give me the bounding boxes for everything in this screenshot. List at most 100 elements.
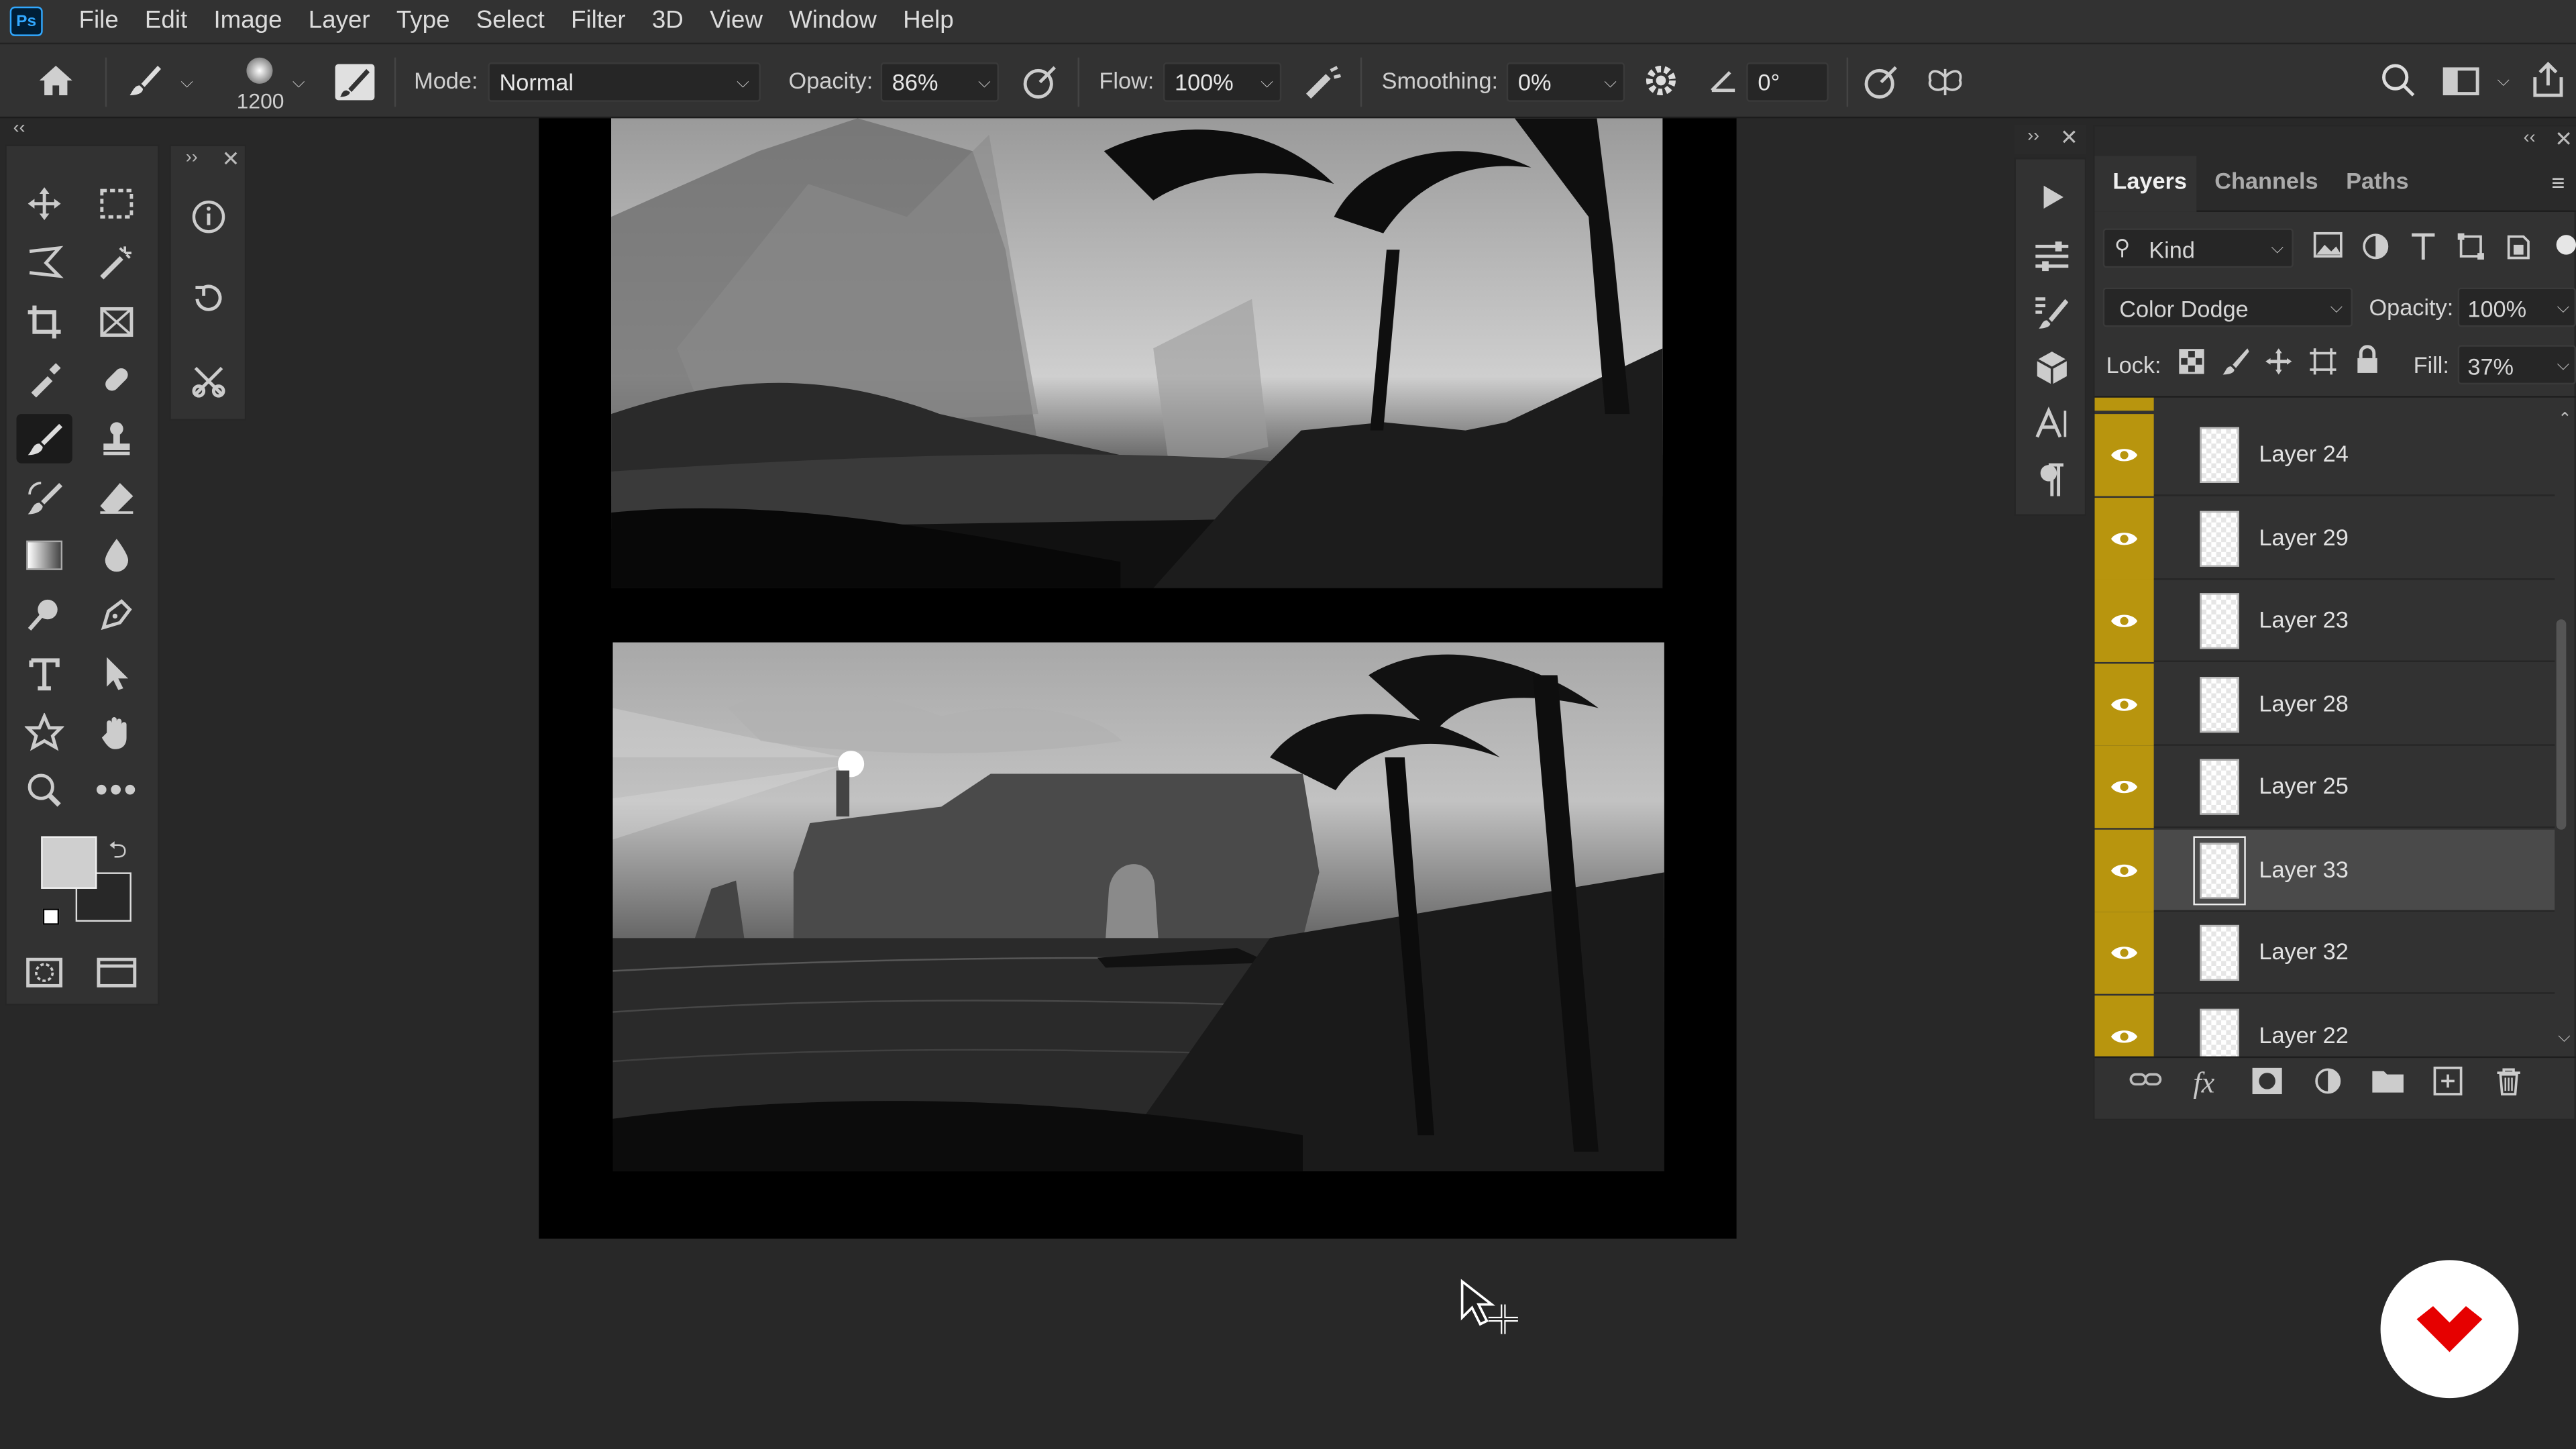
brush-tool-icon[interactable] <box>16 414 72 464</box>
chevron-down-icon[interactable]: ⌵ <box>2497 72 2510 91</box>
adjustments-icon[interactable] <box>2024 231 2080 280</box>
document-canvas[interactable] <box>539 118 1737 1239</box>
layer-opacity-field[interactable]: 100% ⌵ <box>2457 287 2576 327</box>
layer-row[interactable]: Layer 25 <box>2094 745 2555 828</box>
move-tool-icon[interactable] <box>16 179 72 228</box>
pressure-opacity-icon[interactable] <box>1018 64 1061 109</box>
visibility-eye-icon[interactable] <box>2094 745 2154 828</box>
visibility-eye-icon[interactable] <box>2094 994 2154 1057</box>
layer-row[interactable]: Layer 22 <box>2094 994 2555 1057</box>
layers-scrollbar[interactable] <box>2556 619 2567 830</box>
tab-layers[interactable]: Layers <box>2112 168 2187 194</box>
path-selection-tool-icon[interactable] <box>89 649 144 698</box>
filter-pixel-icon[interactable] <box>2312 231 2345 269</box>
lock-transparent-icon[interactable] <box>2177 347 2206 383</box>
smoothing-field[interactable]: 0% ⌵ <box>1506 62 1625 102</box>
filter-toggle-icon[interactable] <box>2556 235 2576 255</box>
blur-tool-icon[interactable] <box>89 531 144 580</box>
healing-tool-icon[interactable] <box>89 355 144 404</box>
filter-kind-dropdown[interactable]: ⚲ Kind ⌵ <box>2102 228 2294 268</box>
chevron-down-icon[interactable]: ⌵ <box>1604 74 1617 92</box>
stamp-tool-icon[interactable] <box>89 414 144 463</box>
history-brush-tool-icon[interactable] <box>16 473 72 522</box>
visibility-eye-icon[interactable] <box>2094 414 2154 496</box>
symmetry-icon[interactable] <box>1922 64 1968 109</box>
link-layers-icon[interactable] <box>2127 1066 2163 1100</box>
menu-image[interactable]: Image <box>201 0 295 43</box>
3d-icon[interactable] <box>2024 343 2080 392</box>
tool-presets-icon[interactable] <box>180 356 236 405</box>
filter-shape-icon[interactable] <box>2455 231 2487 269</box>
angle-field[interactable]: 0° <box>1746 62 1829 102</box>
layer-row[interactable]: Layer 29 <box>2094 496 2555 580</box>
scroll-down-icon[interactable]: ⌵ <box>2558 1028 2571 1046</box>
chevron-down-icon[interactable]: ⌵ <box>2557 299 2570 317</box>
frame-tool-icon[interactable] <box>89 297 144 346</box>
layer-thumbnail[interactable] <box>2200 593 2239 649</box>
trash-icon[interactable] <box>2494 1066 2524 1104</box>
foreground-color-swatch[interactable] <box>41 836 97 889</box>
close-icon[interactable]: ✕ <box>2555 127 2573 153</box>
layer-row[interactable]: Layer 23 <box>2094 580 2555 662</box>
layer-row[interactable]: Layer 32 <box>2094 912 2555 994</box>
brush-settings-icon[interactable] <box>335 64 375 101</box>
layer-list[interactable]: Layer 24 Layer 29 Layer 23 Layer 28 Layer 25… <box>2094 396 2576 1057</box>
menu-filter[interactable]: Filter <box>557 0 639 43</box>
tab-paths[interactable]: Paths <box>2346 168 2408 194</box>
collapse-dock-icon[interactable]: ›› <box>2027 127 2039 146</box>
quick-mask-icon[interactable] <box>16 948 72 997</box>
lock-artboard-icon[interactable] <box>2308 347 2338 384</box>
layer-name[interactable]: Layer 25 <box>2259 772 2348 798</box>
close-icon[interactable]: ✕ <box>2060 125 2078 151</box>
crop-tool-icon[interactable] <box>16 297 72 346</box>
layer-thumbnail[interactable] <box>2200 510 2239 566</box>
close-icon[interactable]: ✕ <box>222 146 240 172</box>
layer-name[interactable]: Layer 23 <box>2259 606 2348 633</box>
add-mask-icon[interactable] <box>2251 1066 2284 1104</box>
pen-tool-icon[interactable] <box>89 590 144 639</box>
layer-row[interactable]: Layer 24 <box>2094 414 2555 496</box>
zoom-tool-icon[interactable] <box>16 765 72 814</box>
character-icon[interactable] <box>2024 399 2080 448</box>
fill-field[interactable]: 37% ⌵ <box>2457 345 2576 385</box>
menu-select[interactable]: Select <box>463 0 557 43</box>
info-icon[interactable] <box>180 193 236 241</box>
chevron-down-icon[interactable]: ⌵ <box>292 74 305 92</box>
pressure-size-icon[interactable] <box>1860 64 1902 109</box>
layer-name[interactable]: Layer 22 <box>2259 1021 2348 1047</box>
layer-thumbnail[interactable] <box>2200 676 2239 733</box>
menu-help[interactable]: Help <box>890 0 967 43</box>
gradient-tool-icon[interactable] <box>16 531 72 580</box>
layer-name[interactable]: Layer 32 <box>2259 938 2348 964</box>
lock-all-icon[interactable] <box>2353 345 2382 382</box>
screen-mode-icon[interactable] <box>89 948 144 997</box>
layer-thumbnail[interactable] <box>2200 924 2239 981</box>
collapse-panel-icon[interactable]: ‹‹ <box>2524 128 2536 148</box>
visibility-eye-icon[interactable] <box>2094 663 2154 745</box>
menu-layer[interactable]: Layer <box>295 0 383 43</box>
panel-menu-icon[interactable]: ≡ <box>2551 169 2565 195</box>
layer-thumbnail[interactable] <box>2200 759 2239 815</box>
new-adjustment-layer-icon[interactable] <box>2313 1066 2346 1104</box>
brush-preset-icon[interactable] <box>125 62 164 107</box>
gear-icon[interactable] <box>1640 62 1682 107</box>
filter-type-icon[interactable] <box>2407 231 2440 269</box>
filter-adjustment-icon[interactable] <box>2359 231 2392 269</box>
blend-mode-dropdown[interactable]: Color Dodge ⌵ <box>2102 287 2353 327</box>
menu-3d[interactable]: 3D <box>639 0 696 43</box>
visibility-eye-icon[interactable] <box>2094 828 2154 911</box>
shape-tool-icon[interactable] <box>16 708 72 757</box>
opacity-field[interactable]: 86% ⌵ <box>880 62 999 102</box>
dodge-tool-icon[interactable] <box>16 590 72 639</box>
layer-name[interactable]: Layer 24 <box>2259 440 2348 466</box>
share-icon[interactable] <box>2527 61 2570 109</box>
menu-type[interactable]: Type <box>383 0 463 43</box>
lock-image-icon[interactable] <box>2221 347 2251 384</box>
chevron-down-icon[interactable]: ⌵ <box>1260 74 1273 92</box>
eraser-tool-icon[interactable] <box>89 473 144 522</box>
layer-name[interactable]: Layer 29 <box>2259 523 2348 549</box>
visibility-eye-icon[interactable] <box>2094 912 2154 994</box>
history-icon[interactable] <box>180 274 236 323</box>
collapse-toolbar-icon[interactable]: ‹‹ <box>13 118 25 138</box>
eyedropper-tool-icon[interactable] <box>16 355 72 404</box>
